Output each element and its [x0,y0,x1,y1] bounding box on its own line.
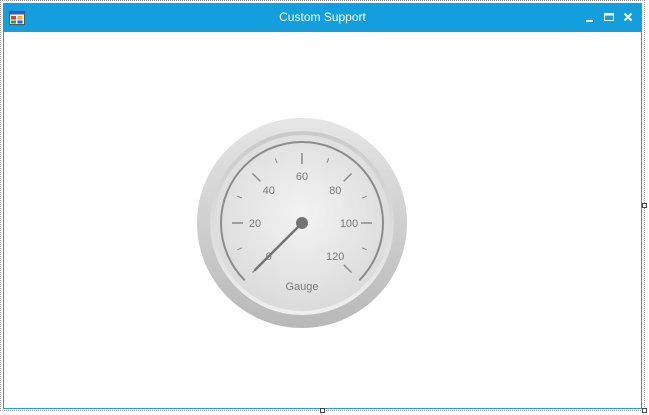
close-button[interactable] [620,9,636,25]
resize-handle-corner[interactable] [642,408,647,413]
minimize-icon [586,20,593,22]
radial-gauge: 020406080100120 Gauge [197,118,407,328]
minimize-button[interactable] [582,9,598,25]
title-bar[interactable]: Custom Support [4,3,641,32]
resize-handle-right[interactable] [642,203,647,208]
maximize-button[interactable] [601,9,617,25]
gauge-caption: Gauge [285,281,318,293]
gauge-tick-label: 80 [329,185,341,197]
gauge-tick-label: 60 [296,171,308,183]
resize-handle-bottom[interactable] [320,408,325,413]
gauge-tick-label: 20 [249,218,261,230]
maximize-icon [604,13,614,21]
gauge-tick-label: 40 [263,185,275,197]
close-icon [623,12,633,22]
gauge-needle-hub [296,217,308,229]
window-title: Custom Support [279,10,366,24]
gauge-tick-label: 120 [326,251,344,263]
gauge-tick-label: 100 [340,218,358,230]
